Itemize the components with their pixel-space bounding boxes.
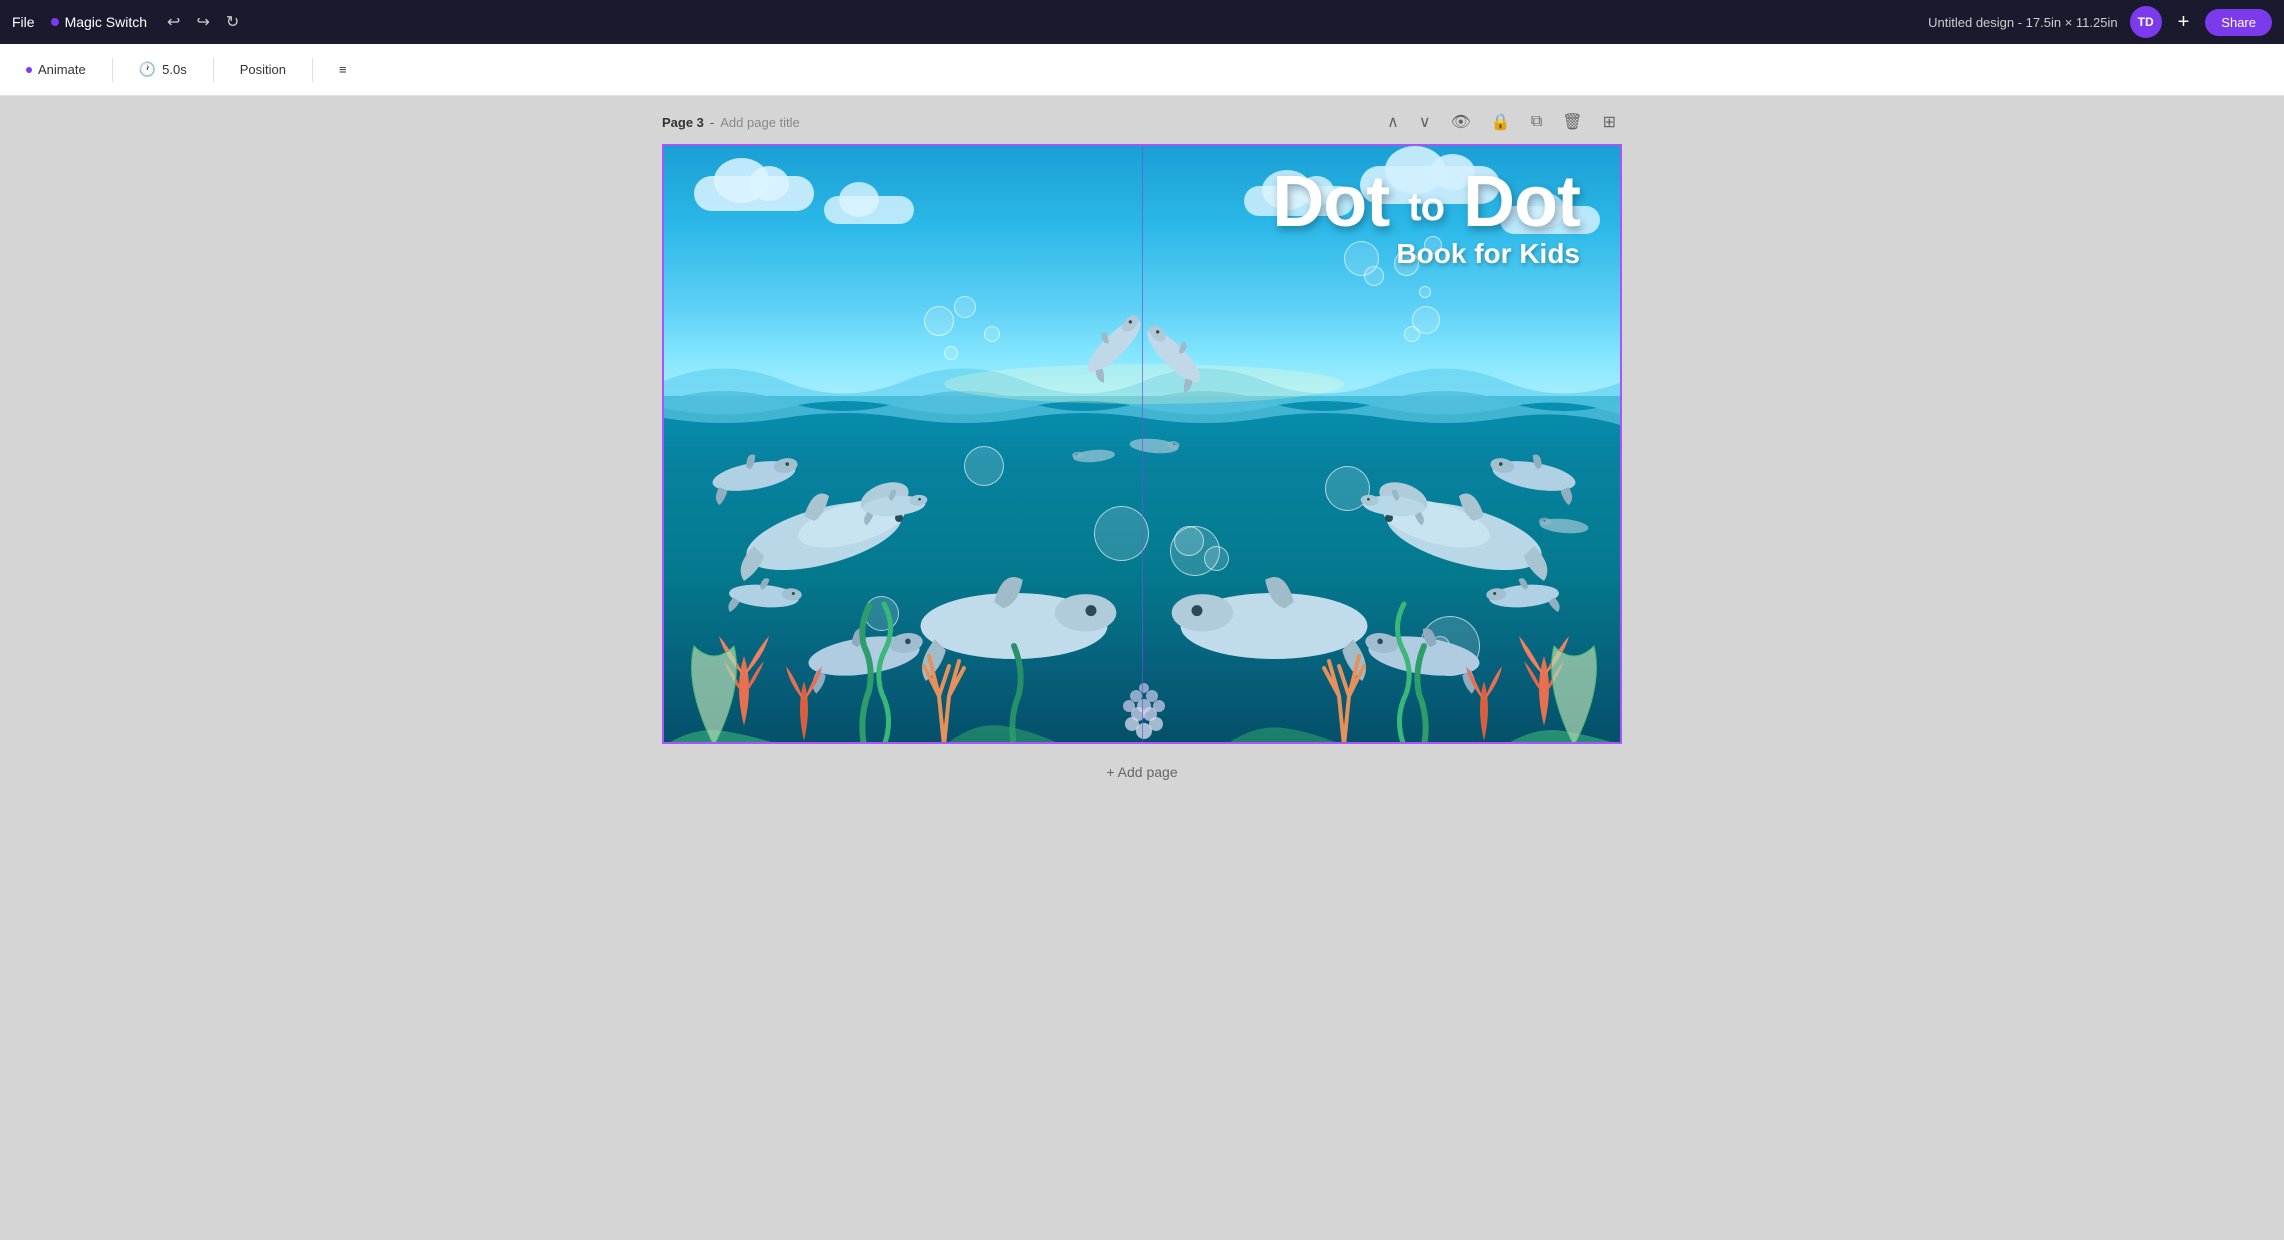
toolbar-separator-3	[312, 58, 313, 82]
toolbar: Animate 🕐 5.0s Position ≡	[0, 44, 2284, 96]
animate-button[interactable]: Animate	[16, 56, 96, 83]
magic-switch-button[interactable]: Magic Switch	[51, 14, 147, 30]
add-page-button[interactable]: + Add page	[1106, 764, 1177, 780]
canvas-area: Page 3 - Add page title ∧ ∨ 👁 🔒 ⧉ 🗑 ⊞	[0, 96, 2284, 1240]
dolphin-right-mid-1	[1486, 447, 1579, 506]
title-dot-right: Dot	[1463, 162, 1580, 242]
dolphin-right-large	[1375, 476, 1548, 583]
dolphin-bg-3	[1538, 517, 1589, 535]
title-subtitle: Book for Kids	[1272, 238, 1580, 270]
title-main: Dot to Dot	[1272, 166, 1580, 238]
seaweed-2	[879, 604, 891, 742]
duplicate-page-button[interactable]: ⧉	[1525, 109, 1548, 135]
lock-page-button[interactable]: 🔒	[1485, 108, 1517, 136]
file-menu[interactable]: File	[12, 14, 35, 30]
magic-switch-icon	[51, 18, 59, 26]
fan-coral-right	[1552, 646, 1597, 742]
animate-dot-icon	[26, 67, 32, 73]
move-up-button[interactable]: ∧	[1381, 108, 1405, 136]
add-page-label: + Add page	[1106, 764, 1177, 780]
page-title-row: Page 3 - Add page title	[662, 115, 800, 130]
more-options-button[interactable]: ≡	[329, 56, 357, 83]
undo-button[interactable]: ↩	[163, 8, 184, 36]
coral-right-2	[1466, 666, 1502, 741]
coral-left-2	[786, 666, 822, 741]
canvas-frame[interactable]: Dot to Dot Book for Kids ↻	[662, 144, 1622, 744]
redo-button[interactable]: ↪	[192, 8, 213, 36]
duration-label: 5.0s	[162, 62, 187, 77]
toolbar-separator-1	[112, 58, 113, 82]
top-bar: File Magic Switch ↩ ↪ ↻ Untitled design …	[0, 0, 2284, 44]
page-header: Page 3 - Add page title ∧ ∨ 👁 🔒 ⧉ 🗑 ⊞	[662, 96, 1622, 144]
design-title: Untitled design - 17.5in × 11.25in	[1928, 15, 2117, 30]
dolphin-bg-1	[1129, 437, 1180, 455]
animate-label: Animate	[38, 62, 86, 77]
duration-button[interactable]: 🕐 5.0s	[129, 55, 197, 84]
seaweed-3	[1012, 646, 1020, 742]
canvas-title: Dot to Dot Book for Kids	[1272, 166, 1580, 270]
dolphin-bg-2	[1072, 448, 1116, 464]
seaweed-right-2	[1397, 604, 1409, 742]
page-number: Page 3	[662, 115, 704, 130]
canvas-illustration: Dot to Dot Book for Kids	[664, 146, 1620, 742]
delete-page-button[interactable]: 🗑	[1556, 108, 1588, 136]
topbar-right: Untitled design - 17.5in × 11.25in TD + …	[1928, 6, 2272, 38]
add-page-after-button[interactable]: ⊞	[1597, 108, 1622, 136]
toolbar-separator-2	[213, 58, 214, 82]
move-down-button[interactable]: ∨	[1413, 108, 1437, 136]
more-options-icon: ≡	[339, 62, 347, 77]
user-avatar[interactable]: TD	[2130, 6, 2162, 38]
add-page-title[interactable]: Add page title	[720, 115, 800, 130]
page-separator: -	[710, 115, 714, 130]
fan-coral-left	[692, 646, 737, 742]
magic-switch-label: Magic Switch	[65, 14, 147, 30]
position-label: Position	[240, 62, 286, 77]
title-to: to	[1408, 185, 1444, 229]
add-collaborator-button[interactable]: +	[2174, 7, 2194, 38]
save-status-button[interactable]: ↻	[222, 8, 243, 36]
position-button[interactable]: Position	[230, 56, 296, 83]
undo-redo-group: ↩ ↪ ↻	[163, 8, 243, 36]
dolphin-left-mid-2	[727, 575, 802, 618]
clock-icon: 🕐	[139, 61, 156, 78]
dolphin-left-large	[739, 476, 912, 583]
hide-page-button[interactable]: 👁	[1445, 108, 1477, 136]
share-button[interactable]: Share	[2205, 9, 2272, 36]
dolphin-right-mid-2	[1485, 575, 1560, 618]
dolphin-left-mid-1	[709, 447, 802, 506]
coral-center	[1123, 683, 1165, 739]
title-dot-left: Dot	[1272, 162, 1389, 242]
page-actions: ∧ ∨ 👁 🔒 ⧉ 🗑 ⊞	[1381, 108, 1622, 136]
